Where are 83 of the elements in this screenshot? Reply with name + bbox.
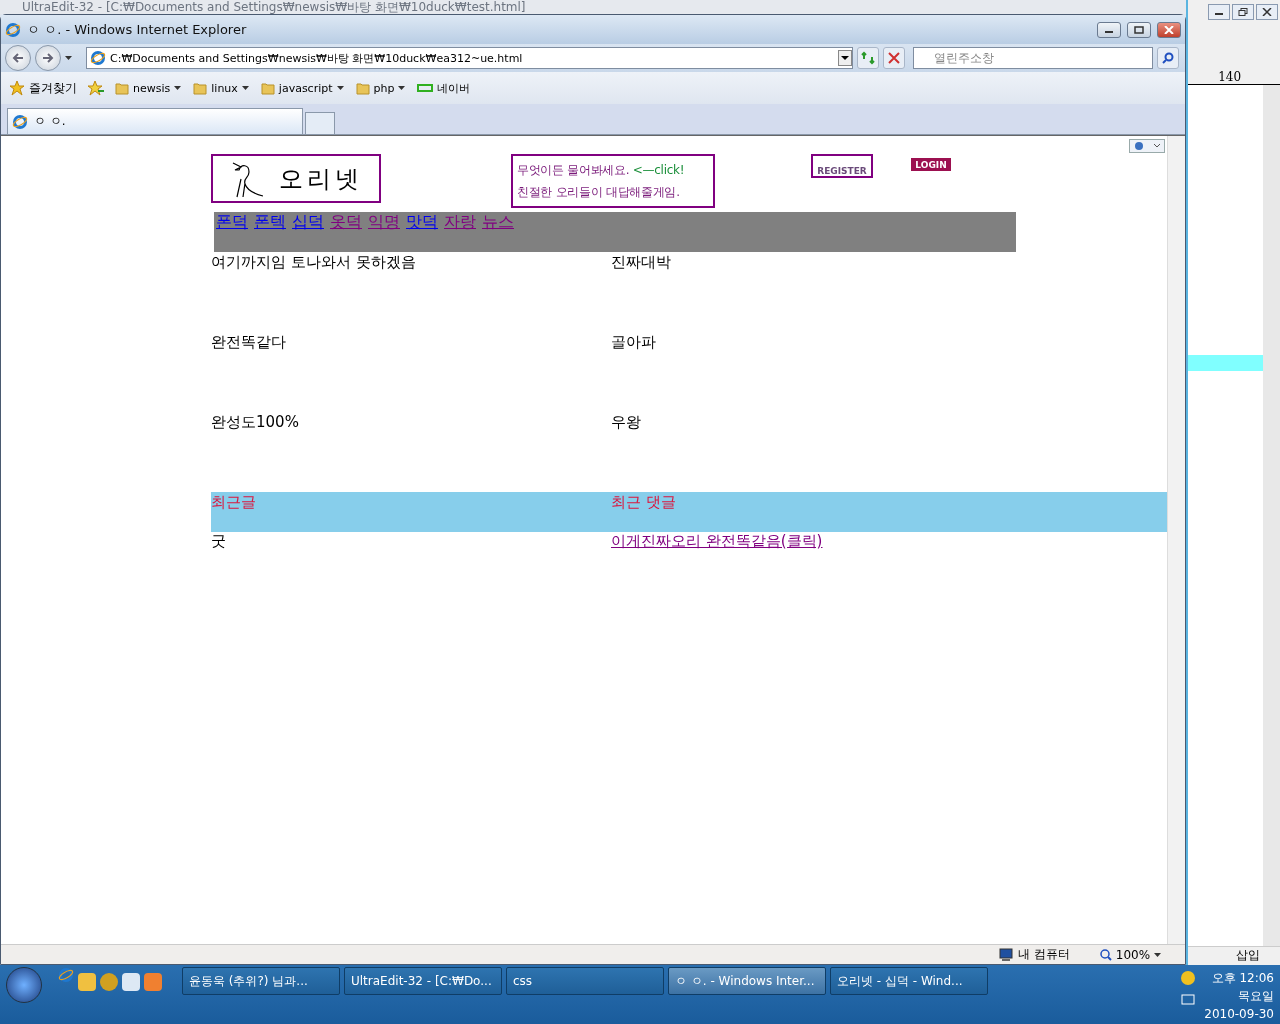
- caret-icon: [65, 56, 72, 60]
- post-title: 완성도100%: [211, 412, 299, 431]
- section-title: 최근글: [211, 492, 256, 511]
- start-button[interactable]: [6, 967, 42, 1003]
- section-title: 최근 댓글: [611, 492, 676, 511]
- folder-icon: [355, 81, 370, 95]
- search-field[interactable]: 열린주소창: [913, 47, 1153, 69]
- back-arrow-icon: [12, 52, 24, 64]
- folder-icon: [193, 81, 208, 95]
- clock-time: 오후 12:06: [1211, 970, 1274, 987]
- close-button[interactable]: [1157, 21, 1182, 38]
- caret-icon: [1154, 952, 1162, 957]
- back-button[interactable]: [5, 45, 31, 71]
- page-icon: [90, 50, 106, 66]
- refresh-icon: [861, 51, 875, 65]
- folder-icon: [115, 81, 129, 95]
- computer-icon: [998, 947, 1014, 962]
- post-title: 진짜대박: [611, 252, 671, 271]
- folder-icon: [260, 81, 275, 95]
- close-icon: [888, 52, 900, 64]
- banner-text: 무엇이든 물어봐세요. <—click!: [517, 162, 686, 179]
- editor-icon[interactable]: [100, 973, 118, 991]
- caret-icon: [336, 86, 344, 90]
- post-title: 여기까지임 토나와서 못하겠음: [211, 252, 416, 271]
- caret-icon: [241, 86, 249, 90]
- favorites-folder[interactable]: linux: [191, 81, 251, 95]
- taskbar-button[interactable]: css: [506, 967, 664, 995]
- restore-icon: [1238, 8, 1248, 16]
- browser-icon: [58, 967, 74, 983]
- taskbar-button[interactable]: UltraEdit-32 - [C:₩Do...: [344, 967, 502, 995]
- favorites-link[interactable]: 네이버: [415, 80, 473, 96]
- search-button[interactable]: [1157, 47, 1179, 69]
- scrollbar[interactable]: [1263, 85, 1280, 946]
- forward-button[interactable]: [35, 45, 61, 71]
- page-tools-icon[interactable]: [1129, 139, 1166, 153]
- taskbar-button[interactable]: ㅇ ㅇ. - Windows Inter...: [668, 967, 826, 995]
- address-field[interactable]: C:₩Documents and Settings₩newsis₩바탕 화면₩10duck₩ea312~ue.html: [86, 47, 853, 69]
- taskbar-button[interactable]: 오리넷 - 십덕 - Wind...: [830, 967, 988, 995]
- add-favorite-icon[interactable]: [87, 80, 105, 96]
- close-icon: [1164, 25, 1175, 34]
- post-title: 골아파: [611, 332, 656, 351]
- register-button[interactable]: REGISTER: [811, 154, 873, 178]
- forward-arrow-icon: [42, 52, 54, 64]
- favorites-folder[interactable]: php: [353, 81, 408, 95]
- notepad-icon[interactable]: [122, 973, 140, 991]
- star-icon: [9, 80, 25, 96]
- minimize-button[interactable]: [1208, 4, 1230, 20]
- recent-post: 굿: [211, 532, 226, 551]
- search-icon: [1162, 52, 1174, 64]
- post-title: 완전똑같다: [211, 332, 286, 351]
- zone-status: 내 컴퓨터: [998, 946, 1070, 963]
- favorites-folder[interactable]: newsis: [113, 81, 184, 95]
- clock-day: 목요일: [1238, 987, 1274, 1005]
- close-button[interactable]: [1256, 4, 1278, 20]
- dropdown-icon[interactable]: [838, 50, 852, 66]
- minimize-button[interactable]: [1097, 21, 1122, 38]
- browser-tab[interactable]: ㅇ ㅇ.: [7, 108, 303, 134]
- taskbar-button[interactable]: 윤동욱 (추위?) 님과...: [182, 967, 340, 995]
- refresh-button[interactable]: [857, 47, 879, 69]
- banner-text: 친절한 오리들이 대답해줄게임.: [517, 184, 681, 201]
- zoom-icon: [1099, 948, 1112, 961]
- zoom-control[interactable]: 100%: [1099, 947, 1162, 962]
- maximize-icon: [1134, 25, 1145, 34]
- link-icon: [417, 84, 434, 92]
- question-banner[interactable]: 무엇이든 물어봐세요. <—click! 친절한 오리들이 대답해줄게임.: [511, 154, 715, 208]
- clock-date: 2010-09-30: [1204, 1006, 1274, 1023]
- maximize-button[interactable]: [1127, 21, 1152, 38]
- caret-icon: [174, 86, 182, 90]
- restore-button[interactable]: [1232, 4, 1254, 20]
- site-logo[interactable]: 오리넷: [211, 154, 381, 203]
- comment-link[interactable]: 이게진짜오리 완전똑같음(클릭): [611, 532, 823, 551]
- window-title: ㅇ ㅇ. - Windows Internet Explorer: [27, 20, 248, 39]
- login-button[interactable]: LOGIN: [911, 158, 951, 171]
- browser-icon: [5, 21, 21, 38]
- scrollbar[interactable]: [1167, 136, 1186, 944]
- close-icon: [1262, 8, 1272, 16]
- stop-button[interactable]: [883, 47, 905, 69]
- caret-icon: [398, 86, 406, 90]
- background-window-title: UltraEdit-32 - [C:₩Documents and Settings₩newsis₩바탕 화면₩10duck₩test.html]: [0, 0, 1187, 14]
- favorites-button[interactable]: 즐겨찾기: [7, 79, 79, 97]
- page-icon: [12, 113, 28, 130]
- favorites-folder[interactable]: javascript: [258, 81, 346, 95]
- post-title: 우왕: [611, 412, 641, 431]
